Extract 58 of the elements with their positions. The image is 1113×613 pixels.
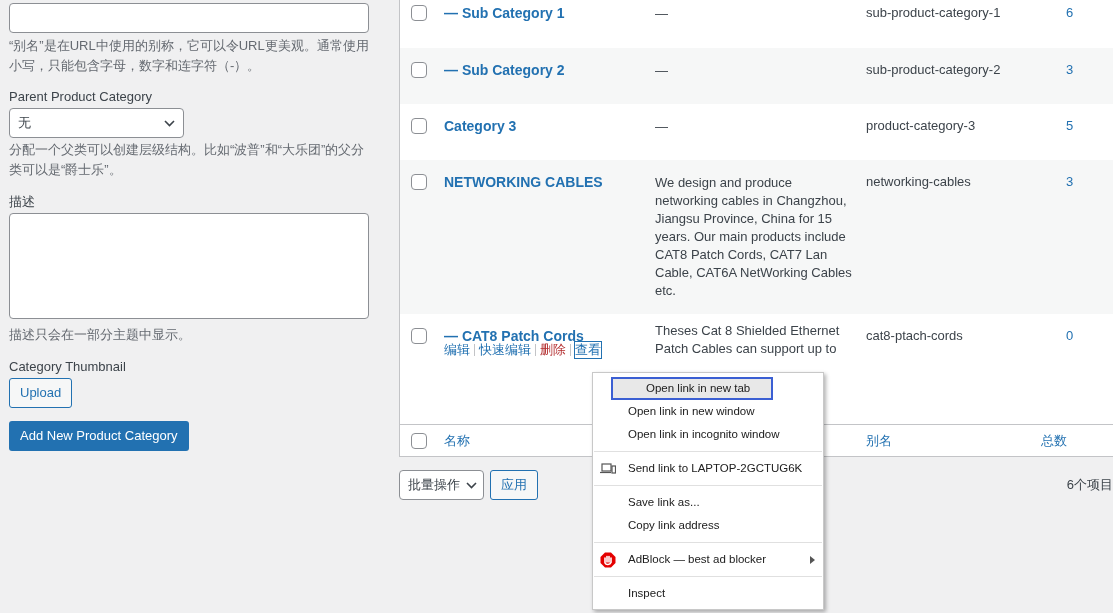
category-name-link[interactable]: — Sub Category 2 <box>444 60 565 80</box>
context-menu-item[interactable]: Open link in new tab <box>611 377 773 400</box>
field-label: 描述 <box>9 193 36 211</box>
parent-category-select[interactable]: 无 <box>9 108 184 138</box>
description-text: We design and produce networking cables in Changzhou, Jiangsu Province, China for 15 years. Our main products include CAT8 Patch Cords, CAT7 Lan Cable, CAT6A NetWorking Cables etc. <box>655 174 853 300</box>
slug-help-text: “别名”是在URL中使用的别称，它可以令URL更美观。通常使用小写，只能包含字母，数字和连字符（-）。 <box>9 37 369 75</box>
category-name-link[interactable]: NETWORKING CABLES <box>444 172 603 192</box>
row-action-link[interactable]: 快速编辑 <box>479 342 531 358</box>
context-menu-item[interactable]: AdBlock — best ad blocker <box>593 548 823 571</box>
checkbox[interactable] <box>411 174 427 190</box>
bulk-actions-select[interactable]: 批量操作 <box>399 470 484 500</box>
count-link[interactable]: 5 <box>1066 118 1074 133</box>
description-text: — <box>655 5 669 23</box>
description-text: Theses Cat 8 Shielded Ethernet Patch Cables can support up to <box>655 322 841 358</box>
column-header[interactable]: 别名 <box>866 430 1041 451</box>
chevron-down-icon <box>164 119 175 127</box>
checkbox[interactable] <box>411 62 427 78</box>
count-link[interactable]: 0 <box>1066 328 1074 343</box>
category-name-link[interactable]: Category 3 <box>444 116 517 136</box>
chevron-down-icon <box>466 481 477 489</box>
count-link[interactable]: 3 <box>1066 62 1074 77</box>
upload-button[interactable]: Upload <box>9 378 73 408</box>
parent-help-text: 分配一个父类可以创建层级结构。比如“波普”和“大乐团”的父分类可以是“爵士乐”。 <box>9 141 366 179</box>
category-name-link[interactable]: — Sub Category 1 <box>444 3 565 23</box>
field-label: Category Thumbnail <box>9 358 127 376</box>
slug-text: sub-product-category-2 <box>866 62 1001 77</box>
submenu-arrow-icon <box>810 555 815 564</box>
context-menu-item[interactable]: Copy link address <box>593 514 823 537</box>
slug-text: networking-cables <box>866 174 971 189</box>
context-menu-item[interactable]: Save link as... <box>593 491 823 514</box>
slug-field[interactable] <box>9 3 369 33</box>
context-menu-item[interactable]: Send link to LAPTOP-2GCTUG6K <box>593 457 823 480</box>
checkbox[interactable] <box>411 5 427 21</box>
context-menu-item[interactable]: Open link in new window <box>593 400 823 423</box>
laptop-phone-icon <box>600 463 616 474</box>
description-text: — <box>655 118 669 136</box>
row-action-link[interactable]: 查看 <box>575 342 601 358</box>
item-count-text: 6个项目 <box>1066 476 1113 495</box>
hand-stop-icon <box>600 551 616 568</box>
checkbox[interactable] <box>411 432 427 449</box>
slug-text: product-category-3 <box>866 118 976 133</box>
column-header[interactable]: 总数 <box>1041 430 1067 451</box>
row-action-link[interactable]: 编辑 <box>444 342 470 358</box>
count-link[interactable]: 6 <box>1066 5 1074 20</box>
description-text: — <box>655 62 669 80</box>
row-action-link[interactable]: 删除 <box>540 342 566 358</box>
slug-text: cat8-ptach-cords <box>866 328 963 343</box>
context-menu-item[interactable]: Open link in incognito window <box>593 423 823 446</box>
count-link[interactable]: 3 <box>1066 174 1074 189</box>
description-field[interactable] <box>9 213 369 319</box>
apply-button[interactable]: 应用 <box>490 470 538 500</box>
description-help-text: 描述只会在一部分主题中显示。 <box>9 326 192 344</box>
checkbox[interactable] <box>411 118 427 134</box>
checkbox[interactable] <box>411 328 427 344</box>
slug-text: sub-product-category-1 <box>866 5 1001 20</box>
field-label: Parent Product Category <box>9 88 154 106</box>
add-category-button[interactable]: Add New Product Category <box>9 421 189 451</box>
context-menu-item[interactable]: Inspect <box>593 582 823 605</box>
